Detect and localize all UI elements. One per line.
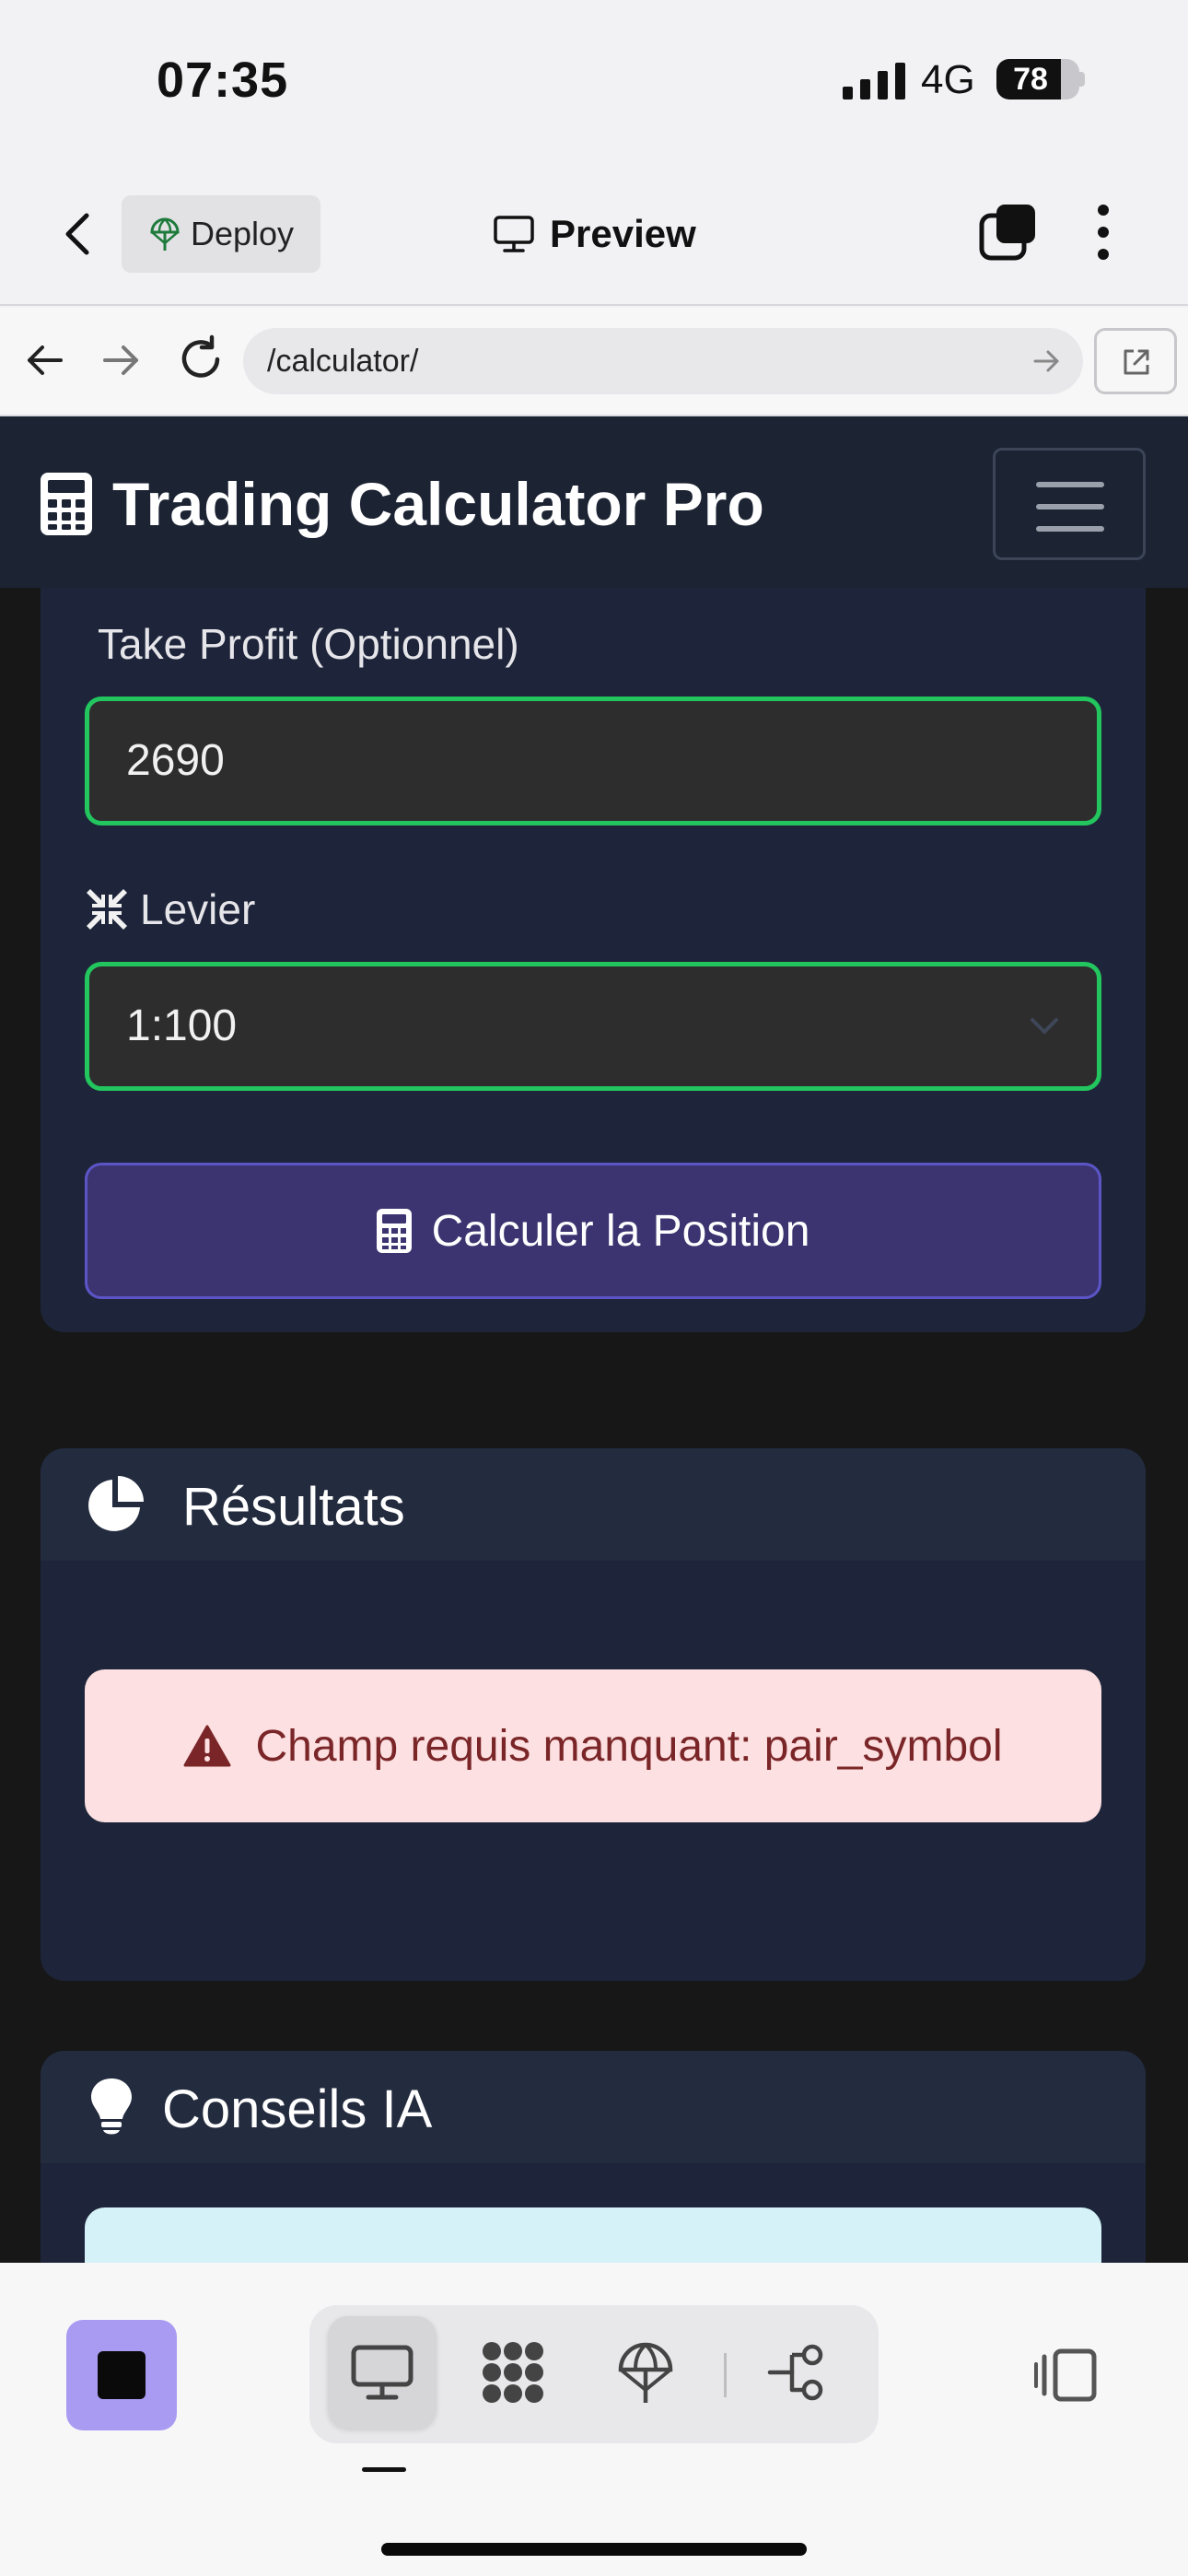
top-toolbar: Deploy Preview <box>0 162 1188 306</box>
calculator-icon <box>41 473 92 535</box>
external-link-icon <box>1124 349 1149 375</box>
deploy-label: Deploy <box>190 215 295 252</box>
url-text: /calculator/ <box>267 344 419 379</box>
cellular-signal-icon <box>843 63 905 100</box>
advice-header: Conseils IA <box>41 2051 1146 2163</box>
workflow-view-button[interactable] <box>459 2316 567 2429</box>
monitor-icon <box>494 216 534 252</box>
monitor-icon <box>351 2345 413 2400</box>
calculate-position-button[interactable]: Calculer la Position <box>85 1163 1101 1299</box>
compress-icon <box>87 889 127 930</box>
browser-url-bar: /calculator/ <box>0 308 1188 416</box>
take-profit-value: 2690 <box>126 736 225 785</box>
active-view-indicator <box>362 2467 406 2472</box>
git-branch-icon <box>767 2344 823 2401</box>
take-profit-label: Take Profit (Optionnel) <box>98 620 519 668</box>
calculator-icon <box>376 1209 412 1253</box>
calculate-button-label: Calculer la Position <box>431 1206 810 1256</box>
home-indicator <box>381 2543 807 2556</box>
globe-icon <box>618 2342 673 2403</box>
web-content: Trading Calculator Pro Take Profit (Opti… <box>0 416 1188 2263</box>
lightbulb-icon <box>91 2078 132 2135</box>
chevron-down-icon <box>1031 1018 1058 1034</box>
bottom-toolbar <box>0 2263 1188 2576</box>
reload-icon[interactable] <box>175 334 227 385</box>
leverage-select[interactable]: 1:100 <box>85 962 1101 1091</box>
chevron-left-icon[interactable] <box>55 206 101 262</box>
results-title: Résultats <box>182 1477 405 1537</box>
results-header: Résultats <box>41 1448 1146 1561</box>
view-switcher <box>309 2305 879 2443</box>
status-time: 07:35 <box>157 53 289 108</box>
arrow-left-icon[interactable] <box>22 337 68 383</box>
preview-view-button[interactable] <box>328 2316 437 2429</box>
results-card: Résultats Champ requis manquant: pair_sy… <box>41 1448 1146 1981</box>
go-arrow-icon[interactable] <box>1030 345 1063 378</box>
leverage-label-text: Levier <box>140 885 256 933</box>
tabs-icon[interactable] <box>978 203 1037 262</box>
preview-label: Preview <box>550 212 696 255</box>
battery-icon: 78 <box>996 59 1085 100</box>
arrow-right-icon[interactable] <box>98 337 144 383</box>
app-navbar: Trading Calculator Pro <box>0 416 1188 588</box>
ai-advice-card: Conseils IA <box>41 2051 1146 2263</box>
workflow-icon <box>483 2342 543 2403</box>
advice-title: Conseils IA <box>162 2079 433 2139</box>
deploy-view-button[interactable] <box>591 2316 700 2429</box>
leverage-value: 1:100 <box>126 1001 238 1050</box>
network-type: 4G <box>921 57 975 102</box>
open-external-button[interactable] <box>1094 328 1177 394</box>
deploy-button[interactable]: Deploy <box>122 195 320 273</box>
url-field[interactable]: /calculator/ <box>243 328 1083 394</box>
more-vertical-icon[interactable] <box>1085 203 1122 262</box>
stop-icon <box>98 2351 146 2399</box>
battery-percent: 78 <box>1013 62 1048 97</box>
advice-info-box <box>85 2207 1101 2263</box>
stop-button[interactable] <box>66 2320 177 2430</box>
pie-chart-icon <box>88 1476 144 1531</box>
app-brand[interactable]: Trading Calculator Pro <box>41 463 764 545</box>
globe-icon <box>150 217 180 251</box>
menu-toggle-button[interactable] <box>993 448 1146 560</box>
error-alert: Champ requis manquant: pair_symbol <box>85 1669 1101 1822</box>
take-profit-input[interactable]: 2690 <box>85 697 1101 825</box>
sidebar-icon[interactable] <box>1033 2348 1098 2403</box>
warning-icon <box>183 1725 231 1767</box>
leverage-label: Levier <box>85 884 255 934</box>
view-switcher-divider <box>724 2353 727 2397</box>
error-message: Champ requis manquant: pair_symbol <box>255 1721 1003 1771</box>
brand-title: Trading Calculator Pro <box>112 470 764 538</box>
preview-tab[interactable]: Preview <box>493 206 696 262</box>
status-bar: 07:35 4G 78 <box>0 0 1188 162</box>
git-view-button[interactable] <box>744 2316 853 2429</box>
